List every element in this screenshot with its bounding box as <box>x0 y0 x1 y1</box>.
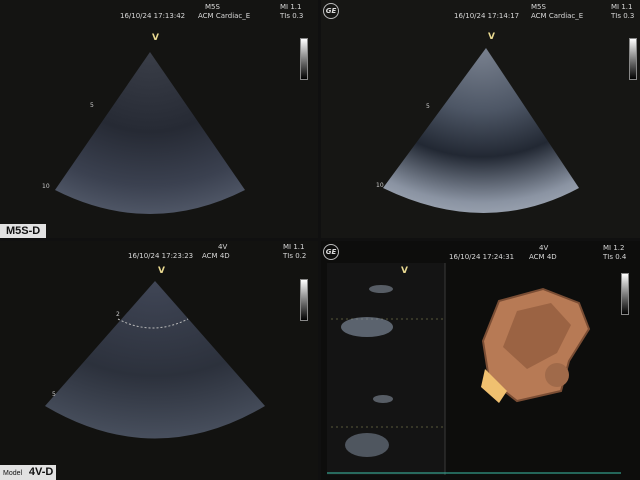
ge-logo-icon: GE <box>323 244 339 260</box>
ultrasound-panel-1: M5S 16/10/24 17:13:42 ACM Cardiac_E MI 1… <box>0 0 318 238</box>
tis-value: TIs 0.3 <box>280 12 304 20</box>
tis-value: TIs 0.2 <box>283 252 307 260</box>
model-caption: Model <box>3 470 23 477</box>
probe-label: 4V <box>218 243 228 251</box>
grayscale-bar-icon <box>300 279 308 321</box>
probe-model-label: 4V-D <box>28 466 54 478</box>
grayscale-bar-icon <box>629 38 637 80</box>
grayscale-bar-icon <box>621 273 629 315</box>
depth-label: 10 <box>376 182 384 189</box>
depth-label: 5 <box>426 103 430 110</box>
probe-label: M5S <box>531 3 546 11</box>
focus-arrow-icon: V <box>152 33 159 43</box>
model-label: Model 4V-D <box>0 465 57 480</box>
depth-label: 2 <box>116 311 120 318</box>
timestamp: 16/10/24 17:23:23 <box>128 252 194 260</box>
ultrasound-panel-4: GE 4V 16/10/24 17:24:31 ACM 4D MI 1.2 TI… <box>321 241 640 480</box>
preset-label: ACM 4D <box>202 252 230 260</box>
probe-label: M5S <box>205 3 220 11</box>
mi-value: MI 1.2 <box>603 244 625 252</box>
tis-value: TIs 0.4 <box>603 253 627 261</box>
ge-logo-icon: GE <box>323 3 339 19</box>
sector-image-1 <box>55 52 245 214</box>
probe-label: 4V <box>539 244 549 252</box>
tis-value: TIs 0.3 <box>611 12 635 20</box>
ultrasound-panel-2: GE M5S 16/10/24 17:14:17 ACM Cardiac_E M… <box>321 0 640 238</box>
preset-label: ACM 4D <box>529 253 557 261</box>
depth-label: 5 <box>90 102 94 109</box>
depth-label: 5 <box>52 391 56 398</box>
focus-arrow-icon: V <box>488 32 495 42</box>
probe-model-label: M5S-D <box>0 224 47 238</box>
depth-label: 10 <box>42 183 50 190</box>
mi-value: MI 1.1 <box>611 3 633 11</box>
focus-arrow-icon: V <box>401 266 408 276</box>
timestamp: 16/10/24 17:13:42 <box>120 12 186 20</box>
preset-label: ACM Cardiac_E <box>198 12 251 20</box>
ultrasound-panel-3: 4V 16/10/24 17:23:23 ACM 4D MI 1.1 TIs 0… <box>0 241 318 480</box>
volume-view-4d <box>327 263 621 475</box>
mi-value: MI 1.1 <box>280 3 302 11</box>
focus-arrow-icon: V <box>158 266 165 276</box>
timestamp: 16/10/24 17:14:17 <box>454 12 520 20</box>
preset-label: ACM Cardiac_E <box>531 12 584 20</box>
timestamp: 16/10/24 17:24:31 <box>449 253 515 261</box>
grayscale-bar-icon <box>300 38 308 80</box>
sector-image-3 <box>45 281 265 439</box>
mi-value: MI 1.1 <box>283 243 305 251</box>
sector-image-2 <box>383 48 579 213</box>
